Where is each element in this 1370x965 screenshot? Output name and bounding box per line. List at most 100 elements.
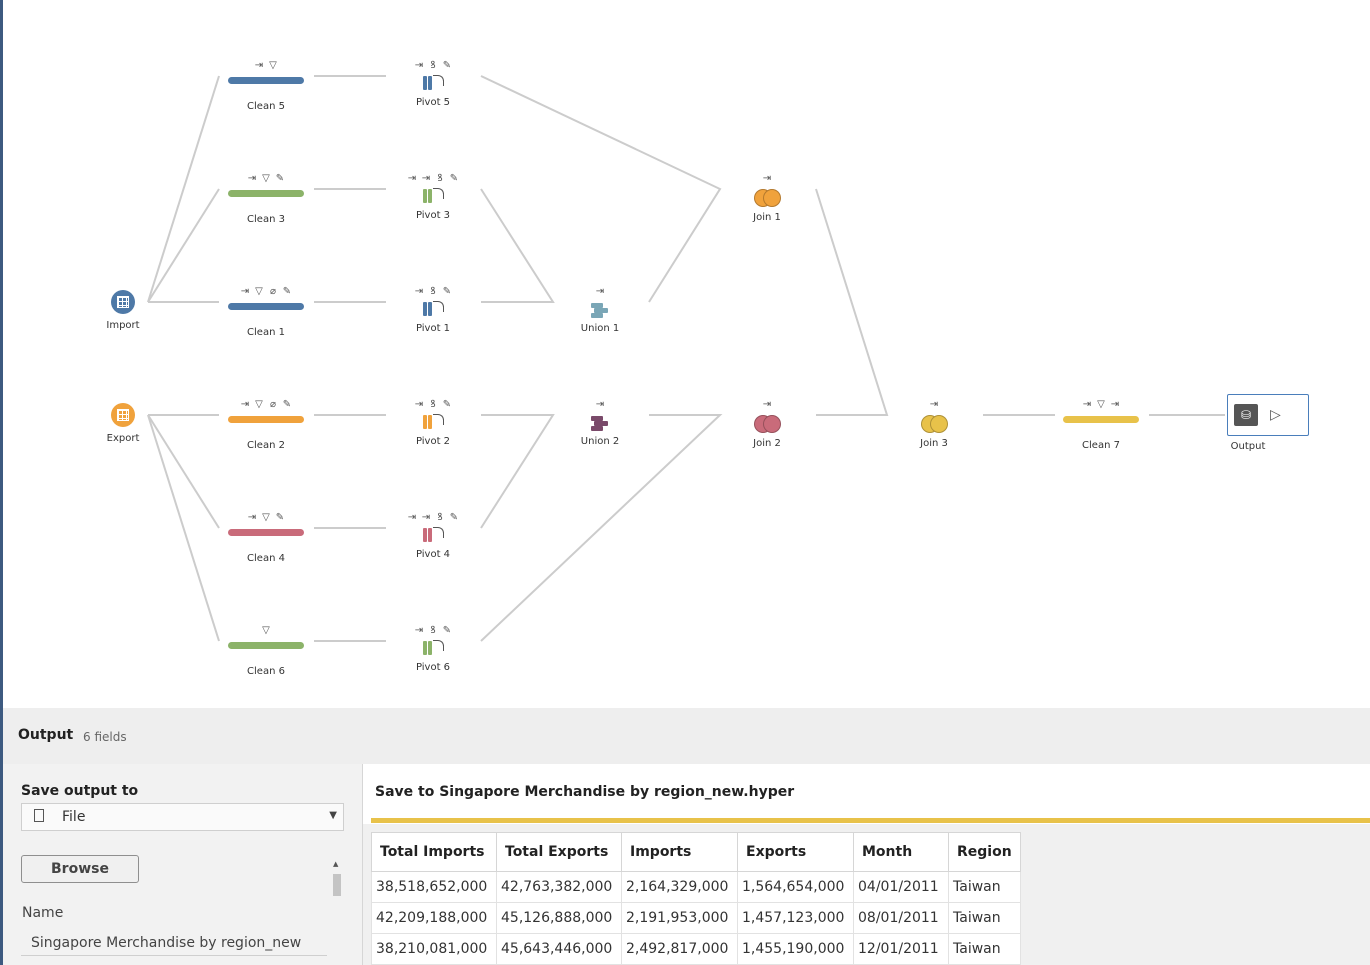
step-change-icons: ⇥ ꝸ ✎ — [373, 624, 493, 638]
output-panel: Output 6 fields Save output to File ▼ Br… — [3, 708, 1370, 965]
node-pivot5[interactable]: ⇥ ꝸ ✎ Pivot 5 — [373, 59, 493, 108]
node-pivot1[interactable]: ⇥ ꝸ ✎ Pivot 1 — [373, 285, 493, 334]
node-join1[interactable]: ⇥ Join 1 — [707, 172, 827, 223]
rename-icon: ⇥ — [407, 173, 417, 184]
node-union2[interactable]: ⇥ Union 2 — [540, 398, 660, 447]
node-label: Pivot 5 — [415, 97, 451, 108]
table-cell: Taiwan — [948, 933, 1021, 965]
name-label: Name — [22, 905, 64, 921]
node-label: Join 2 — [753, 438, 781, 449]
table-cell: 08/01/2011 — [853, 902, 949, 934]
save-output-select[interactable]: File ▼ — [21, 803, 344, 831]
field-count: 6 fields — [83, 730, 127, 744]
database-icon — [111, 290, 135, 314]
node-clean1[interactable]: ⇥ ▽ ⌀ ✎ Clean 1 — [206, 285, 326, 338]
node-pivot6[interactable]: ⇥ ꝸ ✎ Pivot 6 — [373, 624, 493, 673]
column-header[interactable]: Exports — [737, 832, 854, 872]
flow-canvas[interactable]: Import Export ⇥ ▽ Clean 5 ⇥ ▽ ✎ Clean 3 ⇥ ▽ ⌀… — [3, 0, 1370, 708]
filter-icon: ▽ — [262, 625, 270, 636]
step-change-icons: ⇥ — [540, 285, 660, 299]
node-clean6[interactable]: ▽ Clean 6 — [206, 624, 326, 677]
table-cell: Taiwan — [948, 871, 1021, 903]
column-header[interactable]: Total Exports — [496, 832, 622, 872]
scroll-thumb[interactable] — [333, 874, 341, 896]
node-pivot3[interactable]: ⇥ ⇥ ꝸ ✎ Pivot 3 — [373, 172, 493, 221]
rename-icon: ⇥ — [421, 173, 431, 184]
table-cell: 1,455,190,000 — [737, 933, 854, 965]
node-label: Clean 4 — [247, 553, 285, 564]
rename-icon: ⇥ — [762, 173, 772, 184]
edit-icon: ✎ — [442, 286, 452, 297]
node-pivot4[interactable]: ⇥ ⇥ ꝸ ✎ Pivot 4 — [373, 511, 493, 560]
table-cell: 42,763,382,000 — [496, 871, 622, 903]
column-header[interactable]: Region — [948, 832, 1021, 872]
table-cell: 2,191,953,000 — [621, 902, 738, 934]
step-change-icons: ⇥ — [707, 398, 827, 412]
rename-icon: ⇥ — [1082, 399, 1092, 410]
join-icon — [752, 188, 782, 208]
node-clean5[interactable]: ⇥ ▽ Clean 5 — [206, 59, 326, 112]
scroll-up-icon[interactable]: ▲ — [333, 860, 338, 868]
preview-color-bar — [371, 818, 1370, 823]
node-join2[interactable]: ⇥ Join 2 — [707, 398, 827, 449]
step-change-icons: ⇥ ⇥ ꝸ ✎ — [373, 172, 493, 186]
calc-icon: ꝸ — [430, 60, 436, 71]
node-union1[interactable]: ⇥ Union 1 — [540, 285, 660, 334]
node-clean3[interactable]: ⇥ ▽ ✎ Clean 3 — [206, 172, 326, 225]
edit-icon: ✎ — [442, 60, 452, 71]
table-row: 38,210,081,000 45,643,446,000 2,492,817,… — [371, 933, 1021, 965]
node-import[interactable]: Import — [63, 290, 183, 331]
rename-icon: ⇥ — [414, 60, 424, 71]
node-clean4[interactable]: ⇥ ▽ ✎ Clean 4 — [206, 511, 326, 564]
browse-button[interactable]: Browse — [21, 855, 139, 883]
node-clean2[interactable]: ⇥ ▽ ⌀ ✎ Clean 2 — [206, 398, 326, 451]
node-label: Pivot 2 — [415, 436, 451, 447]
rename-icon: ⇥ — [414, 399, 424, 410]
save-output-label: Save output to — [21, 783, 139, 799]
column-header[interactable]: Month — [853, 832, 949, 872]
output-settings: Save output to File ▼ Browse Name ▲ — [3, 764, 363, 965]
table-cell: 45,126,888,000 — [496, 902, 622, 934]
link-icon: ⌀ — [269, 286, 277, 297]
table-cell: 42,209,188,000 — [371, 902, 497, 934]
node-export[interactable]: Export — [63, 403, 183, 444]
filter-icon: ▽ — [269, 60, 277, 71]
node-label: Join 3 — [920, 438, 948, 449]
rename-icon: ⇥ — [247, 173, 257, 184]
edit-icon: ✎ — [449, 173, 459, 184]
table-cell: 2,492,817,000 — [621, 933, 738, 965]
output-preview: Save to Singapore Merchandise by region_… — [363, 764, 1370, 965]
node-pivot2[interactable]: ⇥ ꝸ ✎ Pivot 2 — [373, 398, 493, 447]
node-label: Clean 1 — [247, 327, 285, 338]
node-label: Clean 7 — [1082, 440, 1120, 451]
node-label: Join 1 — [753, 212, 781, 223]
column-header[interactable]: Imports — [621, 832, 738, 872]
node-output[interactable]: ⛁ ▷ — [1227, 394, 1309, 436]
table-cell: Taiwan — [948, 902, 1021, 934]
selected-option: File — [62, 809, 86, 825]
pivot-icon — [420, 300, 446, 318]
column-header[interactable]: Total Imports — [371, 832, 497, 872]
step-change-icons: ▽ — [206, 624, 326, 638]
table-cell: 04/01/2011 — [853, 871, 949, 903]
filter-icon: ▽ — [255, 399, 263, 410]
edit-icon: ✎ — [442, 625, 452, 636]
settings-scrollbar[interactable]: ▲ — [331, 860, 343, 965]
rename-icon: ⇥ — [407, 512, 417, 523]
step-change-icons: ⇥ ⇥ ꝸ ✎ — [373, 511, 493, 525]
step-change-icons: ⇥ ▽ ⌀ ✎ — [206, 398, 326, 412]
data-table: Total Imports Total Exports Imports Expo… — [371, 832, 1021, 965]
table-row: 42,209,188,000 45,126,888,000 2,191,953,… — [371, 902, 1021, 934]
node-join3[interactable]: ⇥ Join 3 — [874, 398, 994, 449]
node-label: Export — [106, 433, 140, 444]
file-icon — [34, 809, 44, 822]
edit-icon: ✎ — [275, 173, 285, 184]
union-icon — [589, 414, 611, 432]
node-label: Output — [1230, 441, 1266, 452]
run-flow-icon[interactable]: ▷ — [1270, 404, 1281, 426]
filter-icon: ▽ — [1097, 399, 1105, 410]
rename-icon: ⇥ — [929, 399, 939, 410]
node-clean7[interactable]: ⇥ ▽ ⇥ Clean 7 — [1041, 398, 1161, 451]
name-input[interactable] — [21, 930, 327, 956]
table-row: 38,518,652,000 42,763,382,000 2,164,329,… — [371, 871, 1021, 903]
